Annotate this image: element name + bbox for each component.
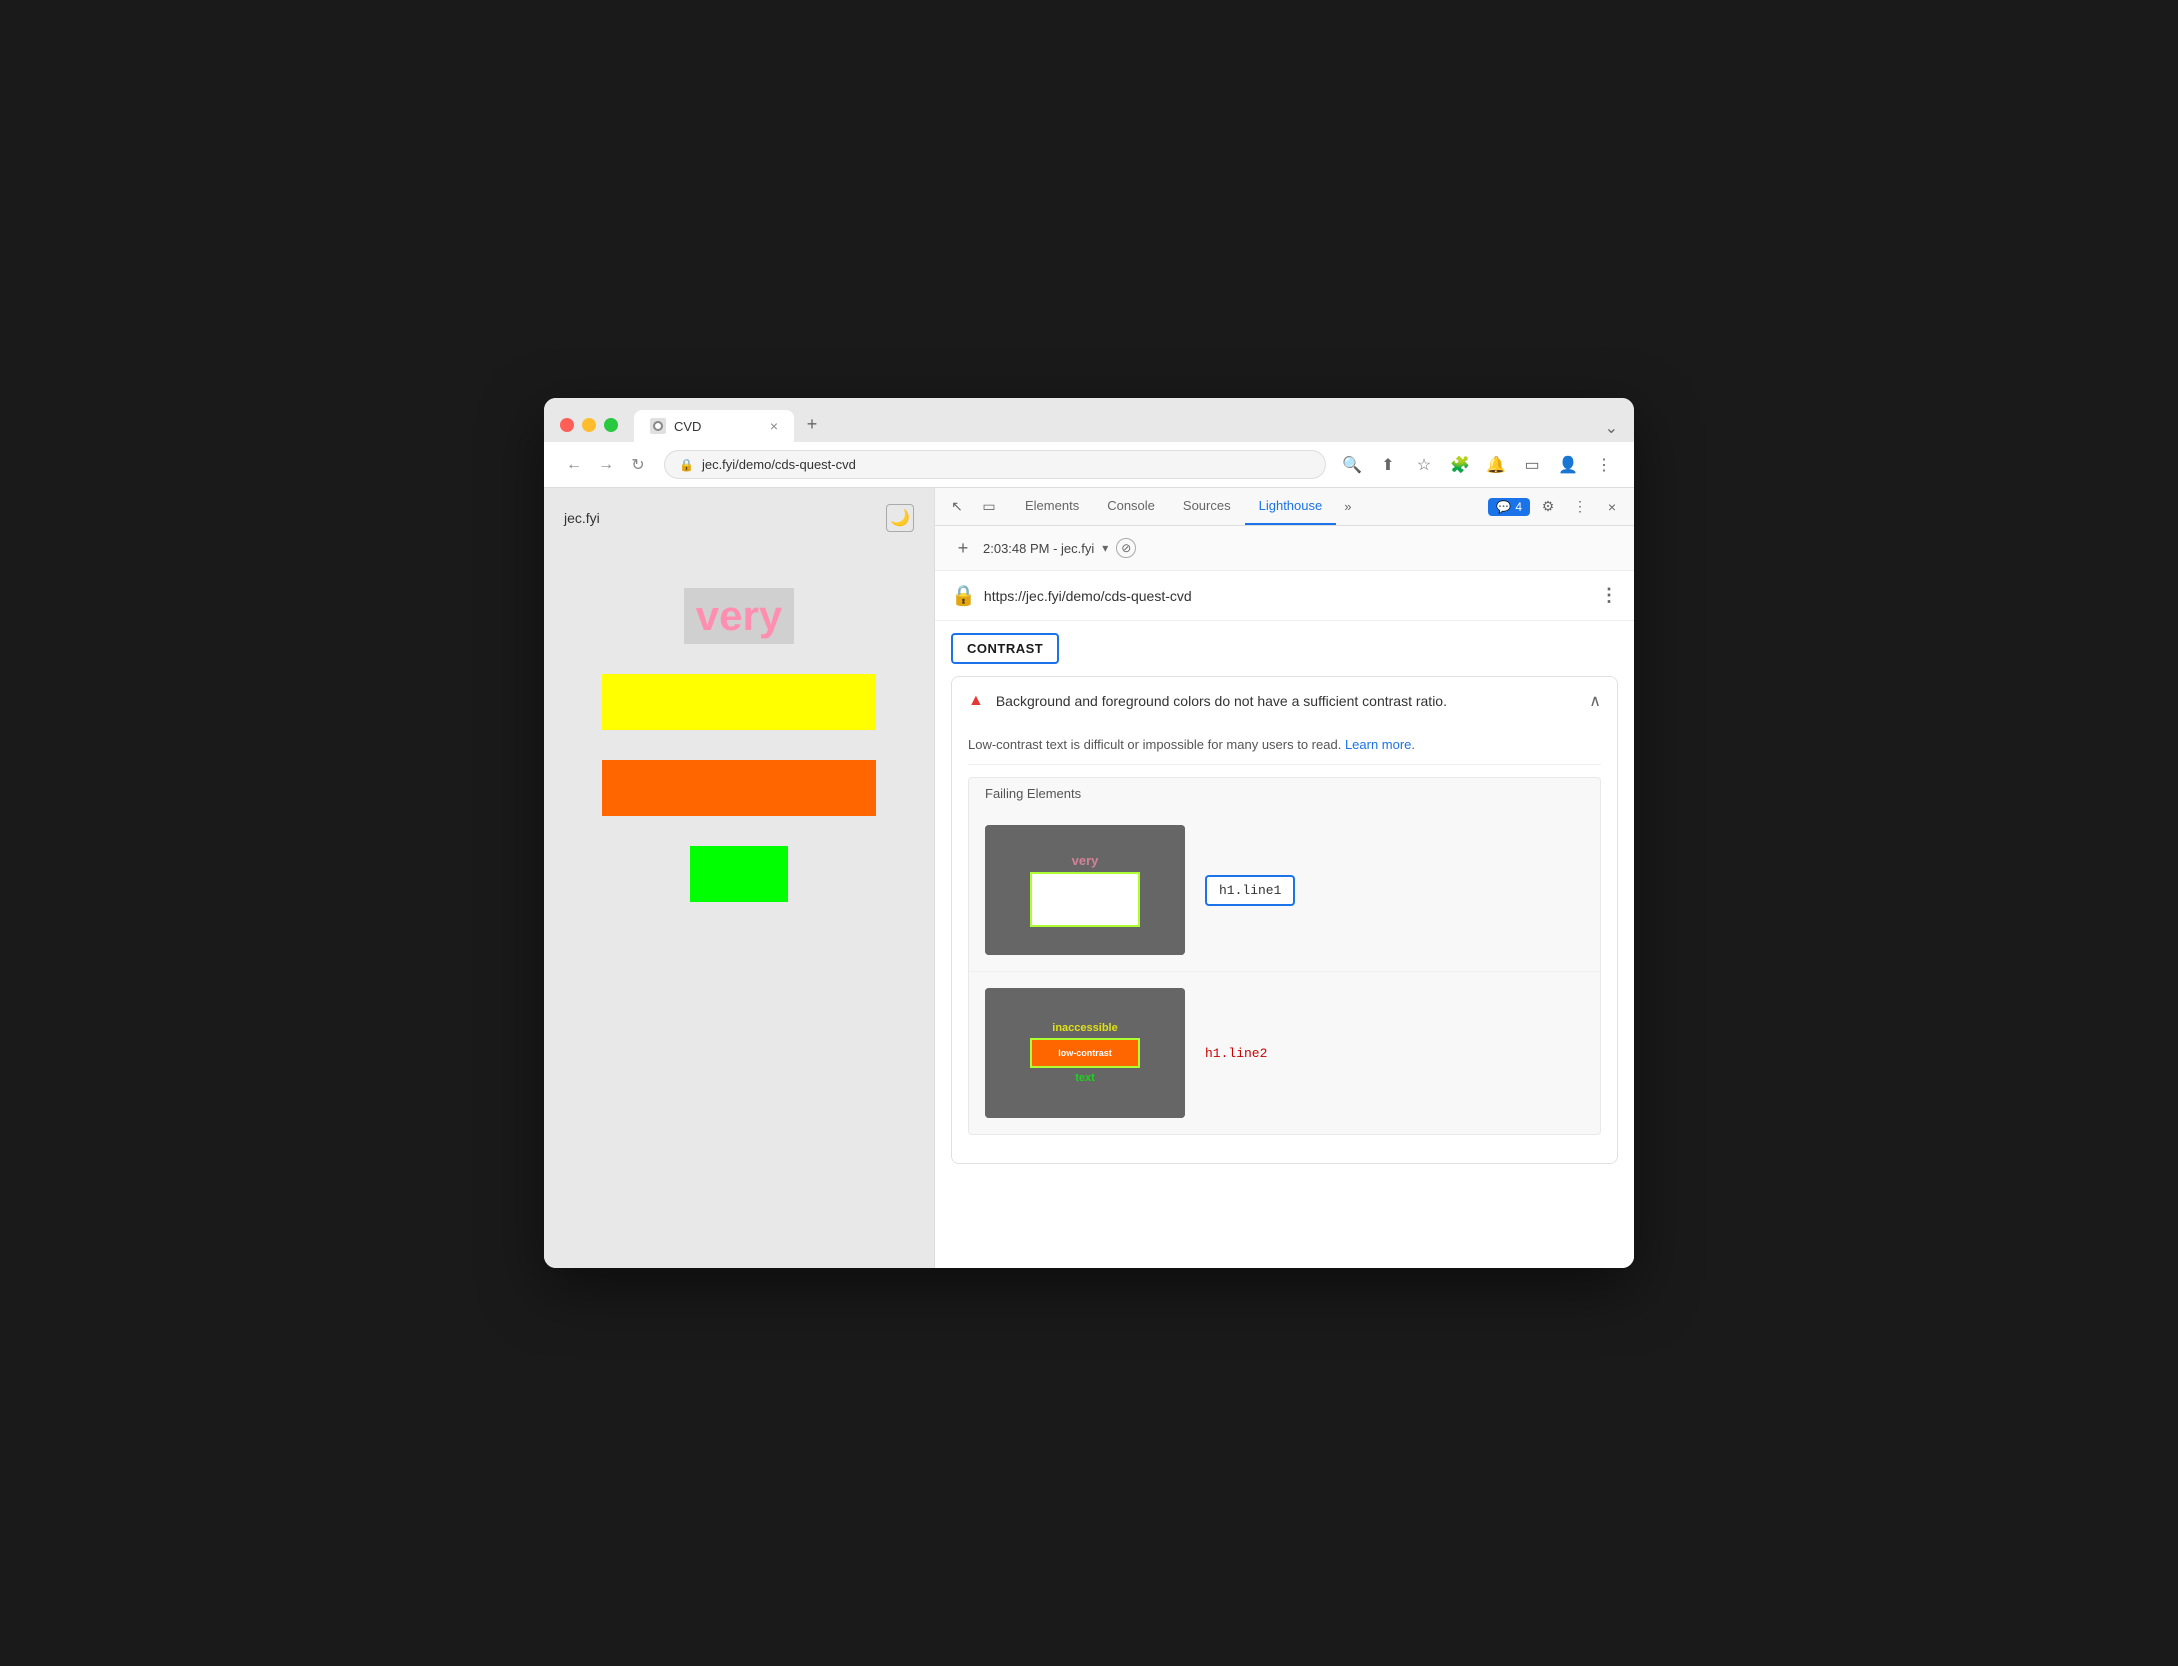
failing-element-row-1: very h1.line1 [969, 809, 1600, 972]
alert-icon[interactable]: 🔔 [1482, 451, 1510, 479]
close-devtools-button[interactable]: × [1598, 493, 1626, 521]
toolbar-icons: 🔍 ⬆ ☆ 🧩 🔔 ▭ 👤 ⋮ [1338, 451, 1618, 479]
contrast-button[interactable]: CONTRAST [951, 633, 1059, 664]
lighthouse-panel: + 2:03:48 PM - jec.fyi ▾ ⊘ 🔒 https://jec… [935, 526, 1634, 1268]
inaccessible-text: inaccessible [602, 674, 876, 730]
thumb-text-below: text [1075, 1072, 1095, 1084]
more-options-button[interactable]: ⋮ [1566, 493, 1594, 521]
failing-elements-label: Failing Elements [969, 778, 1600, 809]
maximize-button[interactable] [604, 418, 618, 432]
minimize-button[interactable] [582, 418, 596, 432]
very-text: very [684, 588, 794, 644]
webpage-header: jec.fyi 🌙 [544, 488, 934, 548]
nav-buttons: ← → ↻ [560, 451, 652, 479]
session-bar: + 2:03:48 PM - jec.fyi ▾ ⊘ [935, 526, 1634, 571]
failing-element-row-2: inaccessible low-contrast text h1.line2 [969, 972, 1600, 1134]
address-bar: ← → ↻ 🔒 jec.fyi/demo/cds-quest-cvd 🔍 ⬆ ☆… [544, 442, 1634, 488]
audit-card-header[interactable]: ▲ Background and foreground colors do no… [952, 677, 1617, 725]
audit-card-body: Low-contrast text is difficult or imposs… [952, 725, 1617, 1163]
account-icon[interactable]: 👤 [1554, 451, 1582, 479]
url-text: jec.fyi/demo/cds-quest-cvd [702, 457, 1311, 472]
session-name: 2:03:48 PM - jec.fyi [983, 541, 1094, 556]
thumbnail-content-2: inaccessible low-contrast text [985, 988, 1185, 1118]
thumbnail-highlight-2: low-contrast [1030, 1038, 1140, 1068]
add-session-button[interactable]: + [951, 536, 975, 560]
badge-count: 4 [1515, 500, 1522, 514]
webpage-content: very inaccessible low-contrast text [544, 548, 934, 942]
new-tab-button[interactable]: + [798, 410, 826, 438]
close-button[interactable] [560, 418, 574, 432]
cursor-tool-icon[interactable]: ↖ [943, 493, 971, 521]
url-bar[interactable]: 🔒 jec.fyi/demo/cds-quest-cvd [664, 450, 1326, 479]
learn-more-link[interactable]: Learn more [1345, 737, 1411, 752]
element-thumbnail-2: inaccessible low-contrast text [985, 988, 1185, 1118]
refresh-button[interactable]: ↻ [624, 451, 652, 479]
back-button[interactable]: ← [560, 451, 588, 479]
audit-description: Low-contrast text is difficult or imposs… [968, 725, 1601, 765]
devtools-tab-actions: 💬 4 ⚙ ⋮ × [1488, 493, 1626, 521]
audit-warning-icon: 🔒 [951, 583, 976, 608]
tab-favicon [650, 418, 666, 434]
search-icon[interactable]: 🔍 [1338, 451, 1366, 479]
thumb-inaccessible-text: inaccessible [1052, 1022, 1117, 1034]
tab-title: CVD [674, 419, 762, 434]
collapse-icon[interactable]: ∧ [1589, 691, 1601, 711]
text-element: text [690, 846, 789, 902]
sidebar-icon[interactable]: ▭ [1518, 451, 1546, 479]
audit-header-text: Background and foreground colors do not … [996, 693, 1577, 709]
tab-sources[interactable]: Sources [1169, 488, 1245, 525]
more-tabs-icon[interactable]: » [1336, 489, 1359, 524]
dark-mode-toggle[interactable]: 🌙 [886, 504, 914, 532]
audit-url-text: https://jec.fyi/demo/cds-quest-cvd [984, 588, 1592, 604]
share-icon[interactable]: ⬆ [1374, 451, 1402, 479]
thumbnail-highlight-1 [1030, 872, 1140, 927]
tab-expand-icon[interactable]: ⌄ [1605, 418, 1618, 438]
webpage-panel: jec.fyi 🌙 very inaccessible low-contrast… [544, 488, 934, 1268]
element-thumbnail-1: very [985, 825, 1185, 955]
badge-icon: 💬 [1496, 500, 1511, 514]
devtools-tab-icons: ↖ ▭ [943, 493, 1003, 521]
audit-more-button[interactable]: ⋮ [1600, 585, 1618, 606]
device-tool-icon[interactable]: ▭ [975, 493, 1003, 521]
comments-badge[interactable]: 💬 4 [1488, 498, 1530, 516]
title-bar: CVD × + ⌄ [544, 398, 1634, 442]
settings-button[interactable]: ⚙ [1534, 493, 1562, 521]
devtools-panel: ↖ ▭ Elements Console Sources Lighthouse … [934, 488, 1634, 1268]
block-button[interactable]: ⊘ [1116, 538, 1136, 558]
element-1-selector[interactable]: h1.line1 [1205, 875, 1295, 906]
browser-window: CVD × + ⌄ ← → ↻ 🔒 jec.fyi/demo/cds-quest… [544, 398, 1634, 1268]
tab-close-icon[interactable]: × [770, 419, 778, 433]
bookmark-icon[interactable]: ☆ [1410, 451, 1438, 479]
extension-icon[interactable]: 🧩 [1446, 451, 1474, 479]
lock-icon: 🔒 [679, 458, 694, 472]
active-tab[interactable]: CVD × [634, 410, 794, 442]
low-contrast-text: low-contrast [602, 760, 876, 816]
tab-elements[interactable]: Elements [1011, 488, 1093, 525]
audit-error-icon: ▲ [968, 692, 984, 710]
forward-button[interactable]: → [592, 451, 620, 479]
more-menu-icon[interactable]: ⋮ [1590, 451, 1618, 479]
main-area: jec.fyi 🌙 very inaccessible low-contrast… [544, 488, 1634, 1268]
failing-elements-container: Failing Elements very [968, 777, 1601, 1135]
tab-console[interactable]: Console [1093, 488, 1169, 525]
site-name-label: jec.fyi [564, 510, 600, 526]
element-2-selector[interactable]: h1.line2 [1205, 1046, 1267, 1061]
audit-url-row: 🔒 https://jec.fyi/demo/cds-quest-cvd ⋮ [935, 571, 1634, 621]
devtools-tabs: ↖ ▭ Elements Console Sources Lighthouse … [935, 488, 1634, 526]
thumbnail-content-1: very [985, 825, 1185, 955]
session-dropdown-icon[interactable]: ▾ [1102, 541, 1108, 555]
audit-card: ▲ Background and foreground colors do no… [951, 676, 1618, 1164]
tab-bar: CVD × + ⌄ [634, 410, 1618, 442]
tab-lighthouse[interactable]: Lighthouse [1245, 488, 1337, 525]
window-controls [560, 418, 618, 442]
